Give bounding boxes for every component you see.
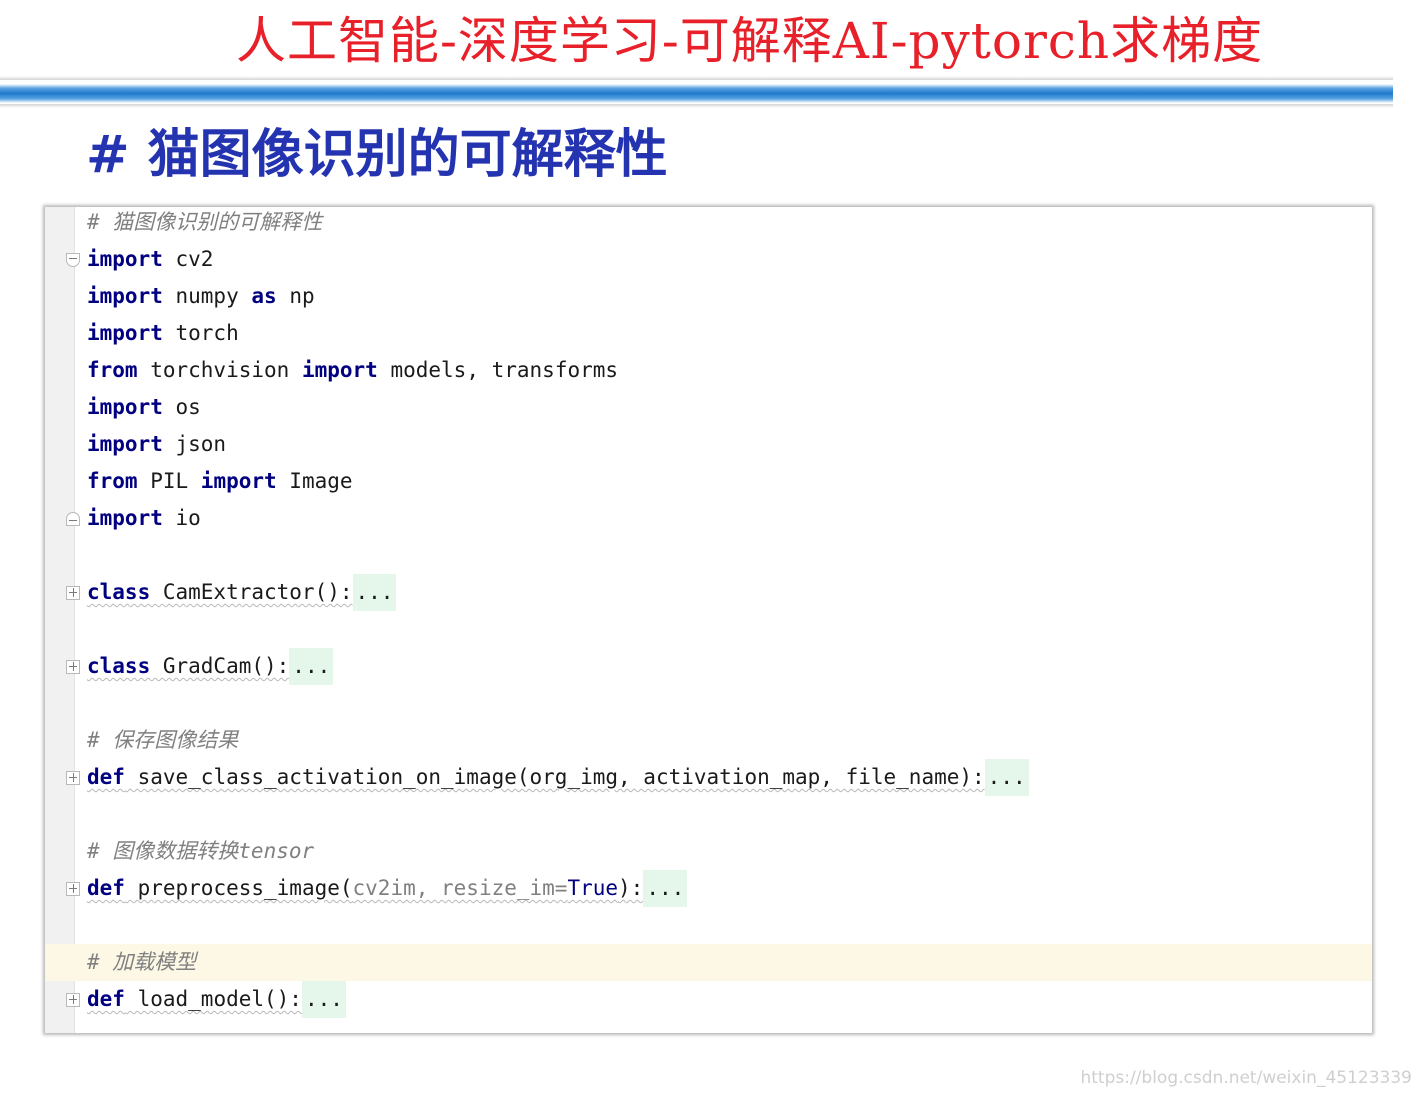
code-line[interactable]: def load_model():... <box>45 981 1372 1018</box>
keyword-token: import <box>87 321 163 345</box>
code-token: io <box>162 506 201 530</box>
fold-collapse-icon[interactable] <box>66 512 80 526</box>
keyword-token: as <box>251 284 277 308</box>
code-token: save_class_activation_on_image(org_img, … <box>124 765 985 789</box>
line-text: from torchvision import models, transfor… <box>87 352 618 389</box>
header-rule-blue <box>0 84 1393 103</box>
code-line[interactable]: import torch <box>45 315 1372 352</box>
keyword-token: import <box>301 358 378 382</box>
slide-page: 人工智能-深度学习-可解释AI-pytorch求梯度 # 猫图像识别的可解释性 … <box>0 0 1418 1098</box>
comment-text: # 猫图像识别的可解释性 <box>87 210 323 234</box>
code-token: torchvision <box>137 358 302 382</box>
source-watermark: https://blog.csdn.net/weixin_45123339 <box>1080 1068 1412 1088</box>
line-text: import cv2 <box>87 241 213 278</box>
blank-line[interactable] <box>45 907 1372 944</box>
code-token: os <box>162 395 201 419</box>
folded-code-placeholder[interactable]: ... <box>301 981 346 1018</box>
line-text: def load_model():... <box>87 981 346 1018</box>
line-text: import numpy as np <box>87 278 315 315</box>
line-text: from PIL import Image <box>87 463 353 500</box>
blank-line[interactable] <box>45 685 1372 722</box>
line-text: import torch <box>87 315 239 352</box>
keyword-token: import <box>87 284 163 308</box>
code-token: CamExtractor(): <box>150 580 353 604</box>
fold-expand-icon[interactable] <box>66 771 80 785</box>
keyword-token: def <box>87 987 125 1011</box>
header-rule-top <box>0 76 1393 80</box>
code-token: preprocess_image( <box>124 876 353 900</box>
line-text: def save_class_activation_on_image(org_i… <box>87 759 1029 796</box>
keyword-token: import <box>87 506 163 530</box>
keyword-token: def <box>87 876 125 900</box>
keyword-token: import <box>200 469 277 493</box>
slide-title: 人工智能-深度学习-可解释AI-pytorch求梯度 <box>236 12 1264 70</box>
code-line[interactable]: import io <box>45 500 1372 537</box>
code-token: models, transforms <box>377 358 619 382</box>
parameter-token: cv2im, resize_im= <box>352 876 568 900</box>
keyword-token: import <box>87 247 163 271</box>
keyword-token: class <box>87 654 151 678</box>
keyword-token: from <box>87 469 138 493</box>
code-line[interactable]: import cv2 <box>45 241 1372 278</box>
code-line[interactable]: import os <box>45 389 1372 426</box>
line-text: import io <box>87 500 201 537</box>
blank-line[interactable] <box>45 611 1372 648</box>
blank-line[interactable] <box>45 537 1372 574</box>
code-token: PIL <box>137 469 201 493</box>
code-token: np <box>276 284 315 308</box>
fold-expand-icon[interactable] <box>66 882 80 896</box>
comment-text: # 保存图像结果 <box>87 728 239 752</box>
keyword-token: import <box>87 395 163 419</box>
code-line[interactable]: from PIL import Image <box>45 463 1372 500</box>
code-line[interactable]: from torchvision import models, transfor… <box>45 352 1372 389</box>
line-text: # 图像数据转换tensor <box>87 833 314 870</box>
folded-code-placeholder[interactable]: ... <box>984 759 1029 796</box>
code-line[interactable]: def save_class_activation_on_image(org_i… <box>45 759 1372 796</box>
fold-expand-icon[interactable] <box>66 993 80 1007</box>
comment-line[interactable]: # 保存图像结果 <box>45 722 1372 759</box>
line-text: def preprocess_image(cv2im, resize_im=Tr… <box>87 870 688 907</box>
fold-expand-icon[interactable] <box>66 660 80 674</box>
blank-line[interactable] <box>45 796 1372 833</box>
keyword-token: import <box>87 432 163 456</box>
comment-text: # 图像数据转换tensor <box>87 839 315 863</box>
code-editor-screenshot: # 猫图像识别的可解释性 import cv2 import numpy as np… <box>45 207 1372 1033</box>
code-line[interactable]: class GradCam():... <box>45 648 1372 685</box>
comment-text: # 加载模型 <box>87 950 197 974</box>
constant-token: True <box>567 876 619 900</box>
comment-line[interactable]: # 图像数据转换tensor <box>45 833 1372 870</box>
fold-collapse-icon[interactable] <box>66 253 80 267</box>
comment-line[interactable]: # 加载模型 <box>45 944 1372 981</box>
keyword-token: from <box>87 358 138 382</box>
line-text: # 猫图像识别的可解释性 <box>87 207 322 241</box>
fold-expand-icon[interactable] <box>66 586 80 600</box>
line-text: class CamExtractor():... <box>87 574 397 611</box>
code-token: GradCam(): <box>150 654 290 678</box>
line-text: # 保存图像结果 <box>87 722 238 759</box>
line-text: import json <box>87 426 226 463</box>
code-token: json <box>162 432 227 456</box>
section-heading: # 猫图像识别的可解释性 <box>86 125 668 185</box>
code-token: torch <box>162 321 239 345</box>
code-token: numpy <box>162 284 252 308</box>
code-line[interactable]: class CamExtractor():... <box>45 574 1372 611</box>
code-token: ): <box>618 876 644 900</box>
comment-line[interactable]: # 猫图像识别的可解释性 <box>45 207 1372 241</box>
code-token: load_model(): <box>124 987 302 1011</box>
code-token: Image <box>276 469 353 493</box>
folded-code-placeholder[interactable]: ... <box>352 574 397 611</box>
line-text: # 加载模型 <box>87 944 196 981</box>
keyword-token: class <box>87 580 151 604</box>
folded-code-placeholder[interactable]: ... <box>643 870 688 907</box>
code-line[interactable]: import numpy as np <box>45 278 1372 315</box>
code-token: cv2 <box>162 247 214 271</box>
code-line[interactable]: import json <box>45 426 1372 463</box>
keyword-token: def <box>87 765 125 789</box>
code-line[interactable]: def preprocess_image(cv2im, resize_im=Tr… <box>45 870 1372 907</box>
folded-code-placeholder[interactable]: ... <box>289 648 334 685</box>
line-text: import os <box>87 389 201 426</box>
line-text: class GradCam():... <box>87 648 334 685</box>
header-rule-bottom <box>0 104 1393 108</box>
